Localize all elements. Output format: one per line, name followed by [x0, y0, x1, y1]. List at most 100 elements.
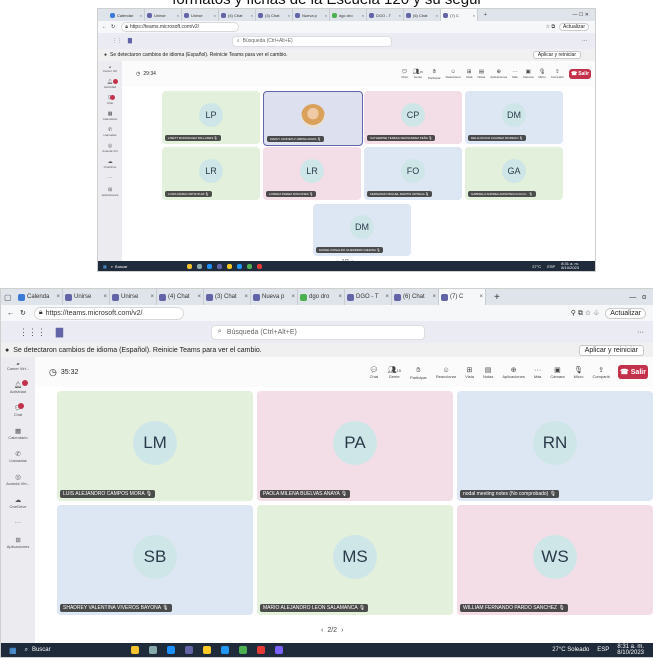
browser-tab[interactable]: (3) Chat ×: [204, 289, 251, 305]
close-tab-icon[interactable]: ×: [214, 13, 216, 18]
browser-tab[interactable]: DGO - T ×: [345, 289, 392, 305]
edge-icon[interactable]: [166, 646, 175, 654]
toolbar-apps-button[interactable]: ⊕ Aplicaciones: [490, 69, 507, 79]
rail-item[interactable]: 💬︎Chat: [14, 403, 25, 417]
close-tab-icon[interactable]: ×: [150, 294, 154, 300]
toolbar-more-button[interactable]: ··· Más: [534, 365, 542, 379]
taskview-icon[interactable]: [148, 646, 157, 654]
close-tab-icon[interactable]: ×: [56, 294, 60, 300]
rail-item[interactable]: ⊞ Aplicaciones: [7, 536, 29, 549]
clock[interactable]: 8:31 a. m. 8/10/2023: [561, 262, 579, 270]
browser-actions-icon[interactable]: ⚲ ⧉ ☆ ♧: [571, 309, 600, 318]
url-field[interactable]: 🔒︎ https://teams.microsoft.com/v2/: [121, 22, 240, 32]
toolbar-mic-button[interactable]: 🎙︎ Micro: [574, 365, 584, 379]
close-tab-icon[interactable]: ×: [197, 294, 201, 300]
taskbar-search-icon[interactable]: ⌕: [111, 264, 113, 269]
tab-actions-icon[interactable]: ▢: [4, 293, 16, 302]
toolbar-chat-button[interactable]: 💬︎ Chat: [369, 365, 378, 379]
participant-tile[interactable]: GA GABRIELA ANDREA AMORTEGUI AGUI... 🎙︎: [465, 147, 563, 200]
participant-tile[interactable]: WS WILLIAM FERNANDO PARDO SANCHEZ 🎙︎: [457, 505, 653, 615]
rail-item[interactable]: ···: [15, 519, 21, 526]
rail-item[interactable]: 🔔︎ Actividad: [10, 380, 29, 394]
close-tab-icon[interactable]: ×: [288, 13, 290, 18]
participant-tile[interactable]: LP LISETT RODRIGUEZ PALLARES 🎙︎: [162, 91, 260, 144]
browser-tab[interactable]: (4) Chat ×: [157, 289, 204, 305]
toolbar-share-button[interactable]: ⇪ Compartir: [551, 69, 564, 79]
toolbar-view-button[interactable]: ⊞ Vista: [465, 365, 474, 379]
toolbar-notes-button[interactable]: ▤ Notas: [483, 365, 493, 379]
close-tab-icon[interactable]: ×: [362, 13, 364, 18]
new-tab-icon[interactable]: +: [484, 12, 487, 18]
close-tab-icon[interactable]: ×: [140, 13, 142, 18]
close-tab-icon[interactable]: ×: [103, 294, 107, 300]
search-input[interactable]: ⌕ Búsqueda (Ctrl+Alt+E): [210, 324, 425, 340]
toolbar-notes-button[interactable]: ▤ Notas: [477, 69, 485, 79]
taskbar-search-icon[interactable]: ⌕: [25, 647, 28, 654]
back-icon[interactable]: ←: [102, 24, 107, 30]
word-icon[interactable]: [220, 646, 229, 654]
leave-button[interactable]: ☎ Salir: [618, 365, 648, 379]
rail-item-camera[interactable]: ▰ Camer Virt...: [7, 361, 29, 371]
rail-item[interactable]: ✆ Llamadas: [9, 450, 26, 463]
toolbar-camera-button[interactable]: ▣ Cámara: [523, 69, 534, 79]
participant-tile[interactable]: RN nodal meeting notes (No comprobado) 🎙︎: [457, 391, 653, 501]
chrome-icon[interactable]: [257, 263, 263, 269]
browser-tab[interactable]: dgo dro ×: [330, 9, 367, 21]
clock[interactable]: 8:31 a. m. 8/10/2023: [617, 644, 644, 656]
language-indicator[interactable]: ESP: [547, 264, 555, 269]
update-button[interactable]: Actualizar: [559, 23, 589, 31]
participant-tile[interactable]: MS MARIO ALEJANDRO LEON SALAMANCA 🎙︎: [257, 505, 453, 615]
participant-tile[interactable]: LR LUISA MARIA ORTIZ RUIZ 🎙︎: [162, 147, 260, 200]
toolbar-share-button[interactable]: ⇪ Compartir: [592, 365, 610, 379]
toolbar-react-button[interactable]: ☺ Reaccionar: [446, 69, 461, 79]
rail-item-camera[interactable]: ▰ Camer Virt: [103, 65, 117, 73]
toolbar-react-button[interactable]: ☺ Reaccionar: [436, 365, 456, 379]
toolbar-more-button[interactable]: ··· Más: [512, 69, 518, 79]
toolbar-mic-button[interactable]: 🎙︎ Micro: [538, 69, 545, 79]
windows-start-icon[interactable]: ▦: [9, 646, 17, 655]
folder-icon[interactable]: [227, 263, 233, 269]
excel-icon[interactable]: [247, 263, 253, 269]
browser-tab[interactable]: Unirse ×: [145, 9, 182, 21]
more-options-icon[interactable]: ···: [582, 38, 587, 44]
rail-item[interactable]: ◎ Avanda Virt...: [6, 473, 30, 486]
participant-tile[interactable]: FO FERNANDO MIGUEL MARTIS ORTEGA 🎙︎: [364, 147, 462, 200]
participant-tile[interactable]: DM DANIEL ROSALDO GUERRERO MEDINA 🎙︎: [313, 204, 411, 256]
language-indicator[interactable]: ESP: [597, 647, 609, 653]
browser-tab[interactable]: dgo dro ×: [298, 289, 345, 305]
participant-tile[interactable]: LR LORENA PEREZ RINCONES 🎙︎: [263, 147, 361, 200]
apply-restart-button[interactable]: Aplicar y reiniciar: [578, 344, 644, 356]
close-tab-icon[interactable]: ×: [479, 294, 483, 300]
toolbar-apps-button[interactable]: ⊕ Aplicaciones: [502, 365, 524, 379]
rail-item[interactable]: 🔔︎ Actividad: [104, 79, 119, 89]
browser-tab[interactable]: (6) Chat ×: [392, 289, 439, 305]
participant-tile[interactable]: SB SHADREY VALENTINA VIVEROS BAYONA 🎙︎: [57, 505, 253, 615]
rail-item[interactable]: ▦ Calendario: [8, 427, 27, 440]
close-tab-icon[interactable]: ×: [244, 294, 248, 300]
folder-icon[interactable]: [202, 646, 211, 654]
windows-start-icon[interactable]: ▦: [103, 264, 107, 269]
rail-item[interactable]: 💬︎Chat: [107, 95, 116, 105]
browser-tab[interactable]: DGO - T ×: [367, 9, 404, 21]
close-tab-icon[interactable]: ×: [432, 294, 436, 300]
toolbar-people-button[interactable]: 👥︎15 Gente: [413, 69, 423, 79]
taskbar-search-text[interactable]: Buscar: [115, 264, 127, 269]
word-icon[interactable]: [237, 263, 243, 269]
browser-actions-icon[interactable]: ☆ ⧉: [546, 24, 555, 30]
browser-tab[interactable]: (7) C ×: [441, 9, 478, 21]
window-controls-icon[interactable]: — ☐ ✕: [573, 12, 589, 18]
excel-icon[interactable]: [238, 646, 247, 654]
back-icon[interactable]: ←: [7, 310, 14, 317]
search-input[interactable]: ⌕ Búsqueda (Ctrl+Alt+E): [231, 35, 392, 47]
window-controls-icon[interactable]: — ɑ: [629, 294, 646, 301]
participant-tile[interactable]: DM DELIA ROCIO ALVAREZ MORENO 🎙︎: [465, 91, 563, 144]
browser-tab[interactable]: Calenda ×: [16, 289, 63, 305]
leave-button[interactable]: ☎ Salir: [569, 69, 591, 79]
participant-tile[interactable]: LM LUIS ALEJANDRO CAMPOS MORA 🎙︎: [57, 391, 253, 501]
new-tab-icon[interactable]: +: [494, 292, 500, 303]
browser-tab[interactable]: (6) Chat ×: [404, 9, 441, 21]
rail-item[interactable]: ☁ OneDrive: [104, 160, 117, 169]
toolbar-raise-hand-button[interactable]: ✋︎ Participar: [410, 365, 427, 380]
toolbar-camera-button[interactable]: ▣ Cámara: [550, 365, 564, 379]
close-tab-icon[interactable]: ×: [251, 13, 253, 18]
